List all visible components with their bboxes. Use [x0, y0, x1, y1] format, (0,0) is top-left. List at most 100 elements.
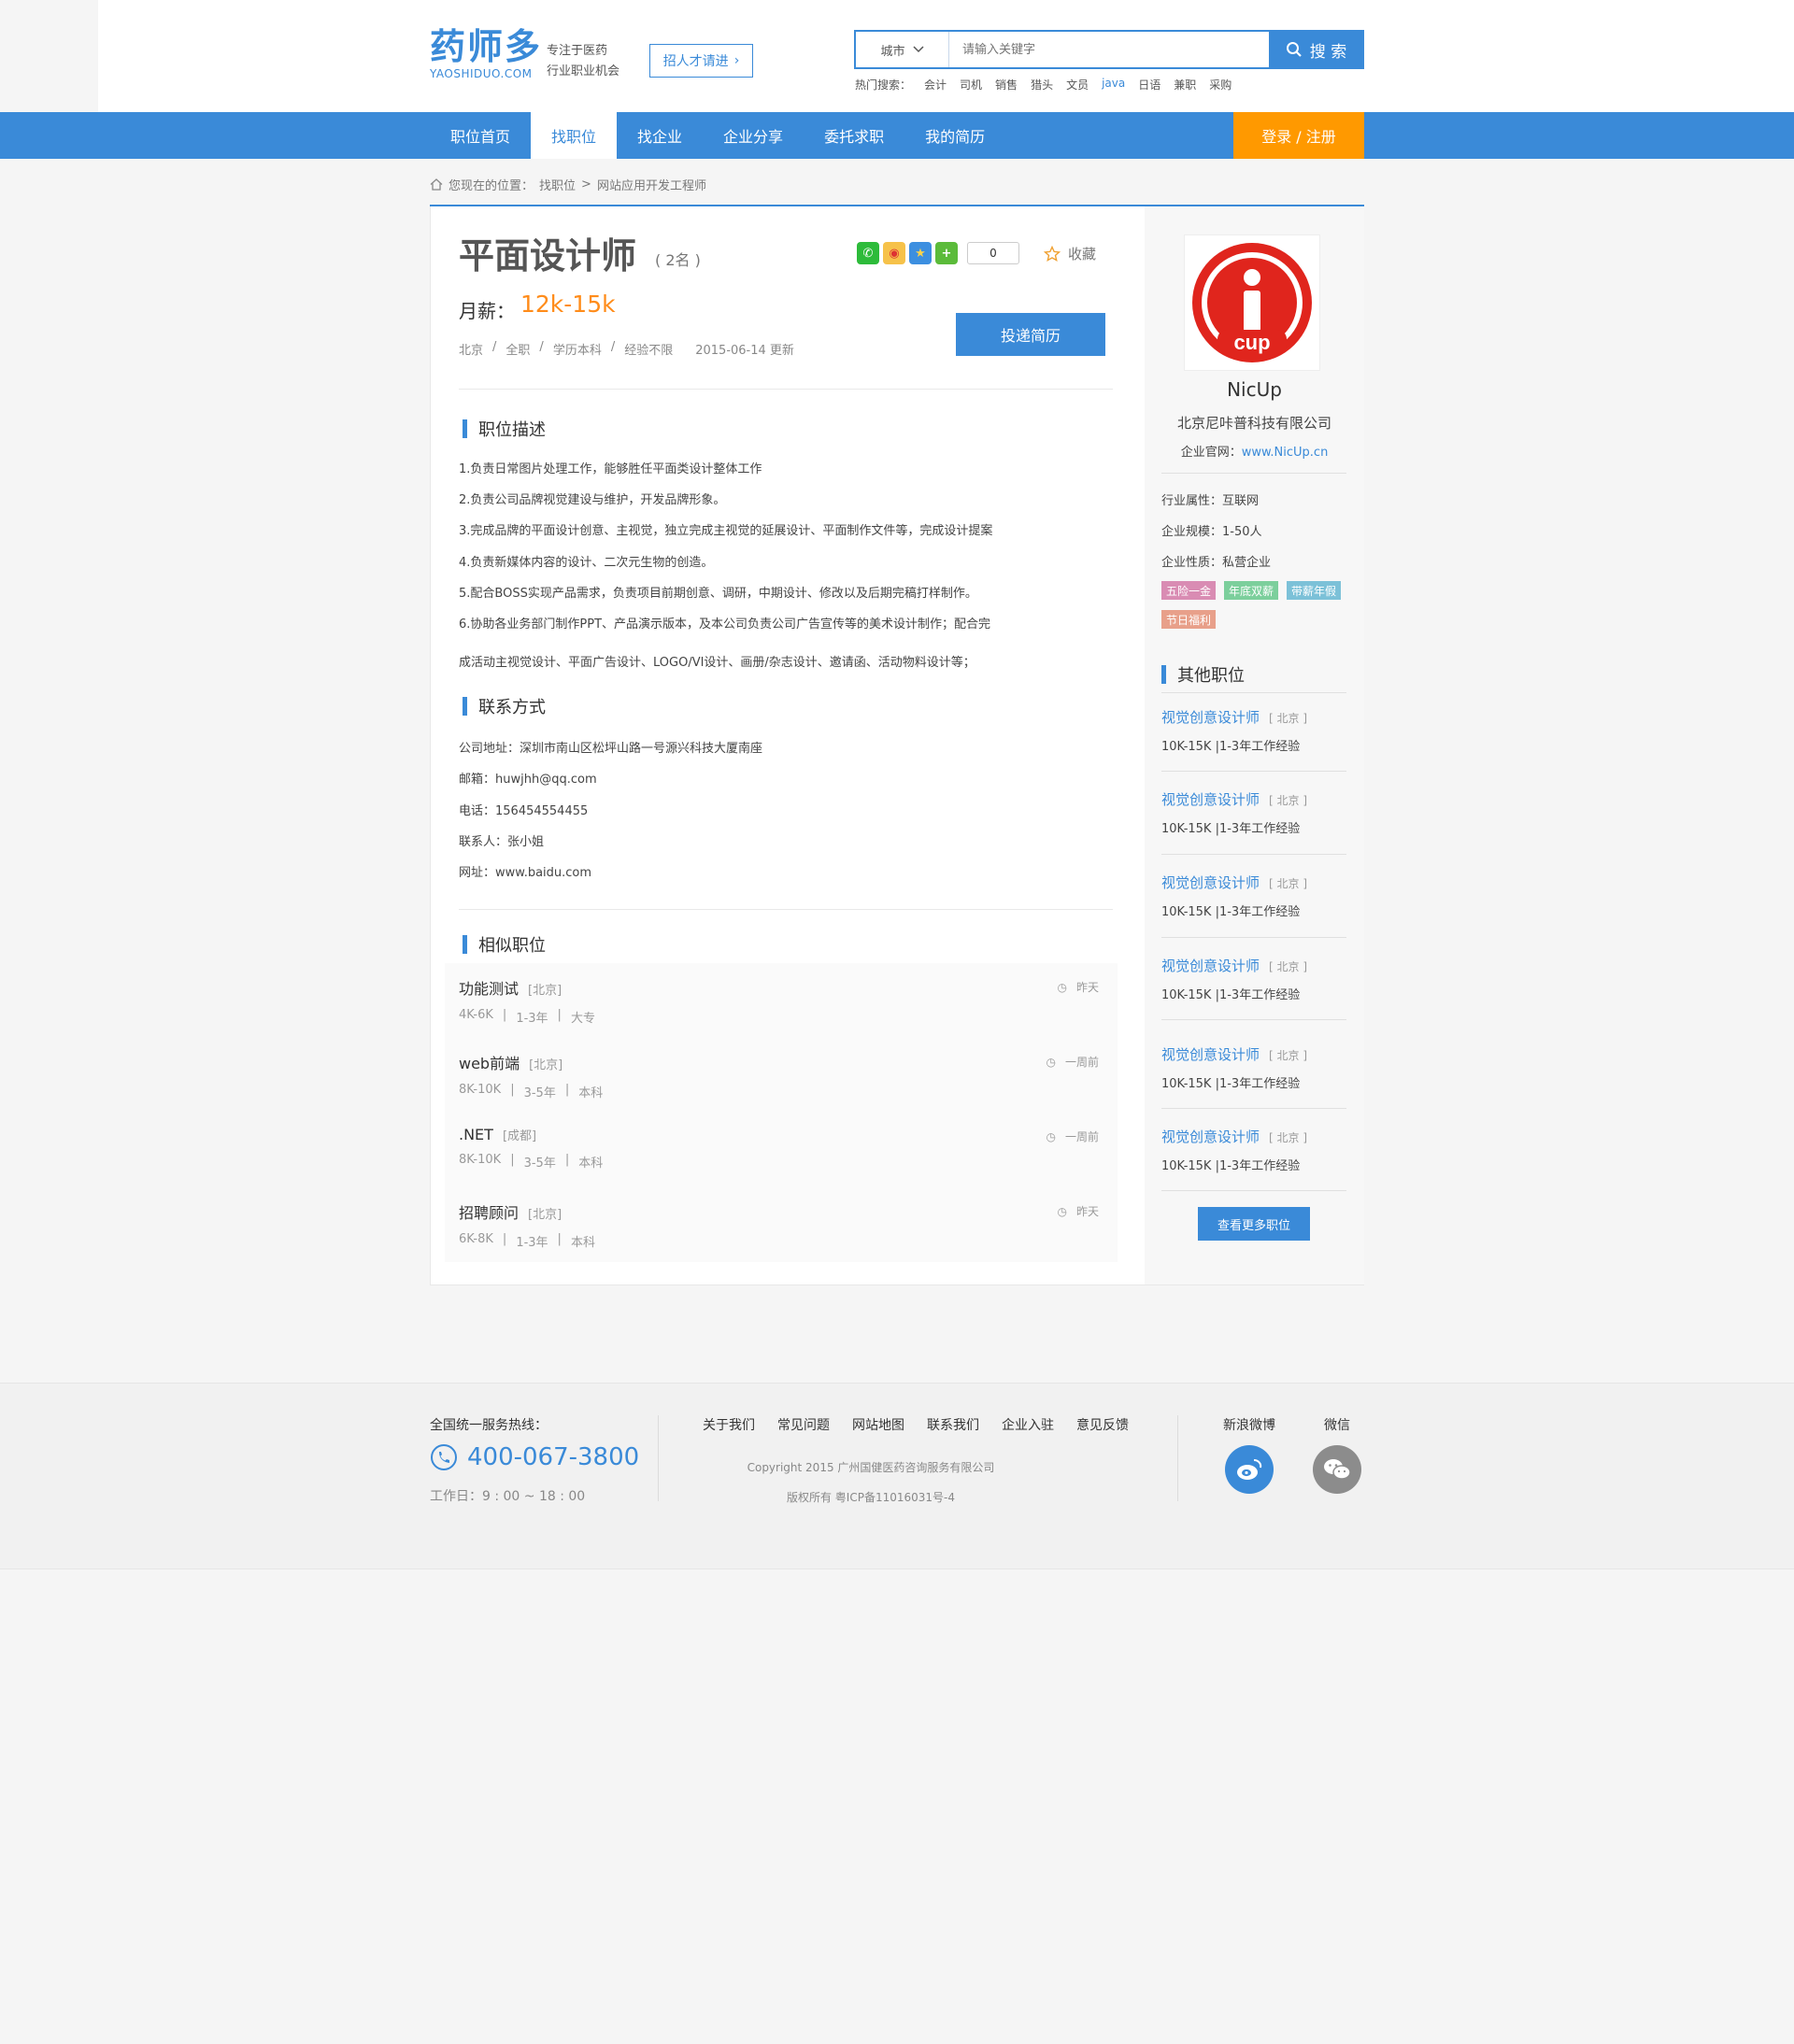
other-job-title[interactable]: 视觉创意设计师: [1161, 789, 1260, 809]
similar-job-item[interactable]: web前端 [北京] 8K-10K | 3-5年 | 本科 ◷ 一周前: [459, 1051, 1103, 1100]
login-register-button[interactable]: 登录 / 注册: [1233, 112, 1364, 159]
other-job-title[interactable]: 视觉创意设计师: [1161, 707, 1260, 727]
weibo-share-icon[interactable]: ◉: [883, 242, 905, 264]
apply-resume-button[interactable]: 投递简历: [956, 313, 1105, 356]
other-job-title[interactable]: 视觉创意设计师: [1161, 1044, 1260, 1064]
other-job-city: [ 北京 ]: [1269, 794, 1308, 807]
job-city: 北京: [459, 344, 484, 358]
footer-link-contact[interactable]: 联系我们: [927, 1415, 979, 1434]
other-job-summary: 10K-15K |1-3年工作经验: [1161, 1159, 1301, 1173]
breadcrumb-link[interactable]: 找职位: [539, 176, 576, 193]
heading-bar: [463, 419, 467, 438]
other-job-title[interactable]: 视觉创意设计师: [1161, 1127, 1260, 1146]
company-website-link[interactable]: www.NicUp.cn: [1242, 446, 1329, 460]
share-bar: ✆ ◉ ★ + 0: [857, 242, 1019, 264]
hot-term[interactable]: 采购: [1209, 77, 1232, 92]
benefit-tag: 五险一金: [1161, 581, 1217, 600]
slogan: 专注于医药 行业职业机会: [547, 41, 619, 82]
nav-item-my-resume[interactable]: 我的简历: [904, 112, 1005, 159]
other-job-item[interactable]: 视觉创意设计师 [ 北京 ] 10K-15K |1-3年工作经验: [1161, 707, 1346, 754]
footer-link-feedback[interactable]: 意见反馈: [1076, 1415, 1129, 1434]
logo-subtext: YAOSHIDUO.COM: [430, 67, 533, 80]
similar-job-title[interactable]: .NET: [459, 1126, 493, 1143]
sub-separator: |: [557, 1232, 562, 1246]
other-job-city: [ 北京 ]: [1269, 960, 1308, 973]
benefit-tag: 带薪年假: [1287, 581, 1342, 600]
company-nature: 企业性质：私营企业: [1161, 556, 1272, 570]
description-line: 5.配合BOSS实现产品需求，负责项目前期创意、调研，中期设计、修改以及后期完稿…: [459, 587, 977, 601]
heading-text: 相似职位: [478, 936, 546, 956]
top-header: 药师多 YAOSHIDUO.COM 专注于医药 行业职业机会 招人才请进 › 城…: [0, 0, 1794, 112]
similar-job-edu: 本科: [578, 1157, 604, 1171]
other-job-item[interactable]: 视觉创意设计师 [ 北京 ] 10K-15K |1-3年工作经验: [1161, 956, 1346, 1002]
more-jobs-button[interactable]: 查看更多职位: [1198, 1207, 1310, 1241]
left-shade: [0, 0, 98, 112]
similar-job-item[interactable]: .NET [成都] 8K-10K | 3-5年 | 本科 ◷ 一周前: [459, 1126, 1103, 1171]
job-headcount: ( 2名 ): [655, 251, 701, 269]
company-short-name[interactable]: NicUp: [1145, 378, 1364, 401]
other-job-item[interactable]: 视觉创意设计师 [ 北京 ] 10K-15K |1-3年工作经验: [1161, 789, 1346, 836]
weibo-icon: [1225, 1445, 1274, 1494]
chevron-down-icon: [912, 46, 924, 53]
other-job-summary: 10K-15K |1-3年工作经验: [1161, 740, 1301, 754]
meta-separator: /: [610, 340, 616, 354]
footer: 全国统一服务热线： 400-067-3800 工作日：9 : 00 ~ 18 :…: [0, 1383, 1794, 1569]
hot-term[interactable]: 日语: [1138, 77, 1160, 92]
hot-term[interactable]: 会计: [924, 77, 947, 92]
contact-person: 联系人：张小姐: [459, 835, 545, 849]
footer-copyright: Copyright 2015 广州国健医药咨询服务有限公司 版权所有 粤ICP备…: [703, 1453, 1039, 1512]
other-job-item[interactable]: 视觉创意设计师 [ 北京 ] 10K-15K |1-3年工作经验: [1161, 1044, 1346, 1091]
hot-term[interactable]: 猎头: [1031, 77, 1053, 92]
other-job-title[interactable]: 视觉创意设计师: [1161, 873, 1260, 892]
wechat-link[interactable]: 微信: [1304, 1415, 1370, 1494]
nav-item-home[interactable]: 职位首页: [430, 112, 531, 159]
weibo-link[interactable]: 新浪微博: [1217, 1415, 1282, 1494]
description-heading: 职位描述: [463, 417, 546, 441]
other-job-summary: 10K-15K |1-3年工作经验: [1161, 988, 1301, 1002]
other-job-summary: 10K-15K |1-3年工作经验: [1161, 905, 1301, 919]
qzone-share-icon[interactable]: ★: [909, 242, 932, 264]
nav-item-find-jobs[interactable]: 找职位: [531, 112, 618, 159]
working-hours: 工作日：9 : 00 ~ 18 : 00: [430, 1489, 586, 1504]
footer-link-faq[interactable]: 常见问题: [777, 1415, 830, 1434]
job-detail-card: 平面设计师 ( 2名 ) ✆ ◉ ★ + 0 收藏 月薪： 12k-15k 北京…: [430, 206, 1364, 1285]
nav-item-entrust[interactable]: 委托求职: [804, 112, 904, 159]
nav-item-find-companies[interactable]: 找企业: [617, 112, 703, 159]
similar-job-title[interactable]: 招聘顾问: [459, 1200, 519, 1223]
recruit-button[interactable]: 招人才请进 ›: [649, 44, 753, 78]
other-job-item[interactable]: 视觉创意设计师 [ 北京 ] 10K-15K |1-3年工作经验: [1161, 1127, 1346, 1173]
company-logo[interactable]: cup: [1184, 234, 1320, 371]
breadcrumb-label: 您现在的位置：: [448, 179, 534, 193]
contact-phone: 电话：156454554455: [459, 804, 589, 818]
salary-label: 月薪：: [459, 300, 515, 322]
similar-job-item[interactable]: 招聘顾问 [北京] 6K-8K | 1-3年 | 本科 ◷ 昨天: [459, 1200, 1103, 1250]
footer-link-join[interactable]: 企业入驻: [1002, 1415, 1054, 1434]
search-button[interactable]: 搜 索: [1269, 30, 1363, 69]
hot-term[interactable]: 兼职: [1174, 77, 1196, 92]
other-job-item[interactable]: 视觉创意设计师 [ 北京 ] 10K-15K |1-3年工作经验: [1161, 873, 1346, 919]
wechat-share-icon[interactable]: ✆: [857, 242, 879, 264]
similar-job-item[interactable]: 功能测试 [北京] 4K-6K | 1-3年 | 大专 ◷ 昨天: [459, 976, 1103, 1026]
site-logo[interactable]: 药师多 YAOSHIDUO.COM: [430, 26, 542, 80]
company-industry: 行业属性：互联网: [1161, 494, 1260, 508]
other-job-title[interactable]: 视觉创意设计师: [1161, 956, 1260, 975]
similar-job-city: [北京]: [529, 1058, 563, 1072]
nav-item-company-share[interactable]: 企业分享: [703, 112, 804, 159]
hot-term[interactable]: 销售: [995, 77, 1018, 92]
breadcrumb-separator: >: [581, 177, 591, 192]
more-share-icon[interactable]: +: [935, 242, 958, 264]
similar-job-title[interactable]: web前端: [459, 1051, 520, 1073]
description-line: 成活动主视觉设计、平面广告设计、LOGO/VI设计、画册/杂志设计、邀请函、活动…: [459, 656, 975, 670]
footer-link-about[interactable]: 关于我们: [703, 1415, 755, 1434]
search-button-label: 搜 索: [1309, 42, 1347, 62]
hot-term[interactable]: 司机: [960, 77, 982, 92]
footer-link-sitemap[interactable]: 网站地图: [852, 1415, 904, 1434]
copyright-text: Copyright 2015 广州国健医药咨询服务有限公司: [747, 1461, 995, 1474]
sub-separator: |: [510, 1083, 515, 1097]
similar-job-title[interactable]: 功能测试: [459, 976, 519, 999]
favorite-button[interactable]: 收藏: [1044, 244, 1096, 263]
clock-icon: ◷: [1057, 1204, 1067, 1218]
hot-term[interactable]: java: [1102, 77, 1125, 92]
city-select[interactable]: 城市: [856, 32, 949, 67]
hot-term[interactable]: 文员: [1066, 77, 1089, 92]
